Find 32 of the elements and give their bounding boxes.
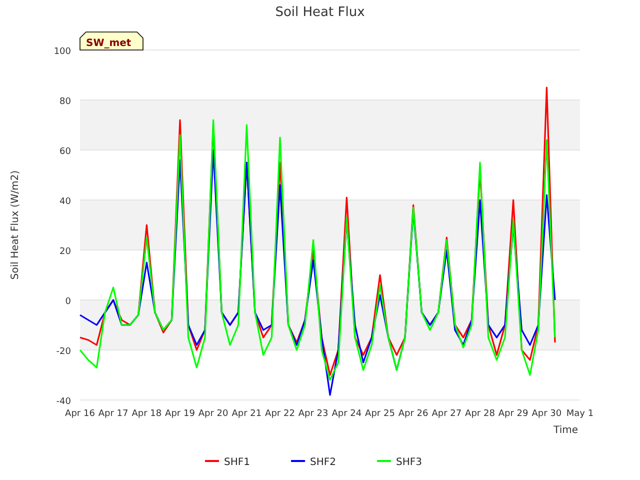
x-tick-label: Apr 27 (432, 409, 462, 419)
x-tick-label: Apr 23 (298, 409, 328, 419)
y-tick-label: 40 (60, 197, 71, 207)
y-tick-label: 20 (60, 247, 71, 257)
x-tick-label: May 1 (566, 409, 594, 419)
y-tick-label: 80 (60, 97, 71, 107)
y-tick-label: 60 (60, 147, 71, 157)
legend-label: SHF3 (396, 457, 422, 468)
x-tick-label: Apr 24 (332, 409, 362, 419)
x-tick-label: Apr 17 (98, 409, 128, 419)
y-axis-label: Soil Heat Flux (W/m2) (10, 170, 21, 280)
site-label-tag (80, 32, 144, 50)
x-tick-label: Apr 28 (465, 409, 495, 419)
x-tick-label: Apr 16 (65, 409, 95, 419)
y-tick-label: -40 (56, 397, 71, 407)
legend-label: SHF1 (224, 457, 250, 468)
x-tick-label: Apr 19 (165, 409, 195, 419)
x-tick-label: Apr 18 (132, 409, 162, 419)
site-label: SW_met (86, 38, 132, 49)
x-tick-label: Apr 25 (365, 409, 395, 419)
x-tick-label: Apr 29 (498, 409, 528, 419)
x-axis-label: Time (554, 425, 578, 436)
chart-title: Soil Heat Flux (275, 5, 365, 20)
x-tick-label: Apr 22 (265, 409, 295, 419)
x-tick-label: Apr 30 (532, 409, 562, 419)
x-tick-label: Apr 26 (398, 409, 428, 419)
y-tick-label: -20 (56, 347, 71, 357)
x-tick-label: Apr 20 (198, 409, 228, 419)
y-tick-label: 100 (54, 47, 71, 57)
y-tick-label: 0 (65, 297, 71, 307)
x-tick-label: Apr 21 (232, 409, 262, 419)
legend-label: SHF2 (310, 457, 336, 468)
